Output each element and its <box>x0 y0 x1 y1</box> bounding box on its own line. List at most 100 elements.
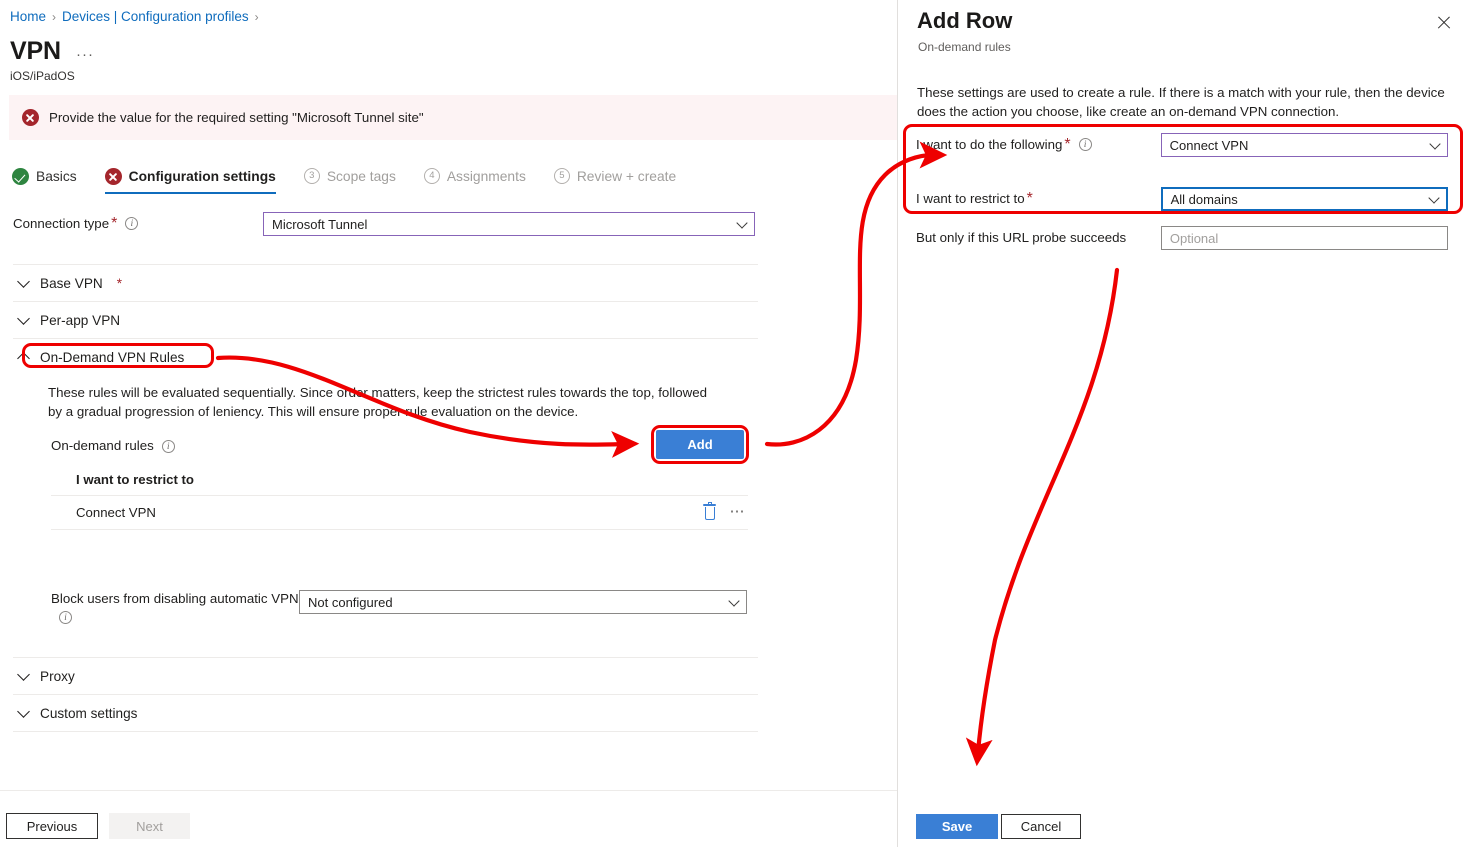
error-banner-message: Provide the value for the required setti… <box>49 110 424 125</box>
field-restrict-to-select[interactable]: All domains <box>1161 187 1448 211</box>
block-users-label: Block users from disabling automatic VPN <box>51 591 299 606</box>
section-base-vpn: Base VPN * <box>13 264 758 301</box>
app-root: Home › Devices | Configuration profiles › V… <box>0 0 1467 847</box>
info-icon[interactable]: i <box>1079 138 1092 151</box>
field-do-following-value: Connect VPN <box>1170 138 1249 153</box>
chevron-down-icon <box>17 275 30 288</box>
section-on-demand-vpn-rules: On-Demand VPN Rules <box>13 338 758 375</box>
info-icon[interactable]: i <box>162 440 175 453</box>
connection-type-row: Connection type*i Microsoft Tunnel <box>13 212 758 236</box>
field-url-probe-input[interactable]: Optional <box>1161 226 1448 250</box>
breadcrumb-separator-icon: › <box>52 10 56 24</box>
chevron-down-icon <box>736 217 747 228</box>
section-custom-settings-label: Custom settings <box>40 706 137 721</box>
tab-number: 4 <box>424 168 440 184</box>
chevron-down-icon <box>17 668 30 681</box>
tab-scope-tags[interactable]: 3 Scope tags <box>304 168 410 193</box>
connection-type-label: Connection type <box>13 216 109 231</box>
field-url-probe-label: But only if this URL probe succeeds <box>916 230 1126 245</box>
tab-basics-label: Basics <box>36 169 77 184</box>
tab-scope-tags-label: Scope tags <box>327 169 396 184</box>
error-circle-icon <box>105 168 122 185</box>
add-row-panel: Add Row On-demand rules These settings a… <box>897 0 1467 847</box>
section-on-demand-vpn-rules-label: On-Demand VPN Rules <box>40 350 184 365</box>
trash-icon[interactable] <box>703 504 716 520</box>
field-restrict-to-label-wrap: I want to restrict to* <box>916 190 1161 208</box>
tab-configuration-settings-label: Configuration settings <box>129 169 276 184</box>
on-demand-rules-label-wrap: On-demand rules i <box>51 438 175 453</box>
tab-basics[interactable]: Basics <box>12 168 91 194</box>
section-proxy-header[interactable]: Proxy <box>13 658 758 694</box>
field-url-probe-label-wrap: But only if this URL probe succeeds <box>916 229 1161 247</box>
field-url-probe-placeholder: Optional <box>1170 231 1218 246</box>
success-check-icon <box>12 168 29 185</box>
chevron-down-icon <box>1429 138 1440 149</box>
field-do-following-label-wrap: I want to do the following* i <box>916 136 1161 154</box>
section-custom-settings-header[interactable]: Custom settings <box>13 695 758 731</box>
previous-button[interactable]: Previous <box>6 813 98 839</box>
chevron-down-icon <box>1428 192 1439 203</box>
page-title: VPN <box>10 36 61 66</box>
page-more-actions-icon[interactable]: ··· <box>76 46 94 63</box>
chevron-down-icon <box>728 595 739 606</box>
section-per-app-vpn: Per-app VPN <box>13 301 758 338</box>
field-do-following-row: I want to do the following* i Connect VPN <box>916 133 1448 157</box>
section-on-demand-vpn-rules-header[interactable]: On-Demand VPN Rules <box>13 339 758 375</box>
block-users-label-wrap: Block users from disabling automatic VPN… <box>51 590 299 626</box>
field-do-following-select[interactable]: Connect VPN <box>1161 133 1448 157</box>
footer-divider <box>0 790 897 791</box>
chevron-down-icon <box>17 312 30 325</box>
panel-subtitle: On-demand rules <box>918 40 1011 54</box>
breadcrumb-link-devices[interactable]: Devices | Configuration profiles <box>62 9 249 24</box>
connection-type-label-wrap: Connection type*i <box>13 215 263 233</box>
section-base-vpn-label: Base VPN <box>40 276 103 291</box>
on-demand-rules-label: On-demand rules <box>51 438 154 453</box>
tab-configuration-settings[interactable]: Configuration settings <box>105 168 290 194</box>
field-restrict-to-label: I want to restrict to <box>916 191 1025 206</box>
panel-title: Add Row <box>917 8 1012 34</box>
breadcrumb: Home › Devices | Configuration profiles › <box>10 8 265 26</box>
tab-review-create-label: Review + create <box>577 169 676 184</box>
section-custom-settings: Custom settings <box>13 694 758 732</box>
field-do-following-label: I want to do the following <box>916 137 1062 152</box>
section-proxy-label: Proxy <box>40 669 75 684</box>
block-users-select[interactable]: Not configured <box>299 590 747 614</box>
info-icon[interactable]: i <box>125 217 138 230</box>
breadcrumb-link-home[interactable]: Home <box>10 9 46 24</box>
field-url-probe-row: But only if this URL probe succeeds Opti… <box>916 226 1448 250</box>
ellipsis-icon[interactable]: ⋯ <box>730 506 747 518</box>
save-button[interactable]: Save <box>916 814 998 839</box>
column-header-restrict-to: I want to restrict to <box>76 472 194 487</box>
tab-number: 3 <box>304 168 320 184</box>
block-users-value: Not configured <box>308 595 393 610</box>
tab-assignments-label: Assignments <box>447 169 526 184</box>
required-marker: * <box>1064 136 1070 153</box>
rule-value: Connect VPN <box>76 505 156 520</box>
table-row[interactable]: Connect VPN ⋯ <box>51 496 748 530</box>
section-per-app-vpn-header[interactable]: Per-app VPN <box>13 302 758 338</box>
tab-assignments[interactable]: 4 Assignments <box>424 168 540 193</box>
section-base-vpn-header[interactable]: Base VPN * <box>13 265 758 301</box>
connection-type-select[interactable]: Microsoft Tunnel <box>263 212 755 236</box>
field-restrict-to-row: I want to restrict to* All domains <box>916 187 1448 211</box>
cancel-button[interactable]: Cancel <box>1001 814 1081 839</box>
close-icon[interactable] <box>1433 12 1455 34</box>
block-users-row: Block users from disabling automatic VPN… <box>51 590 751 626</box>
next-button: Next <box>109 813 190 839</box>
required-marker: * <box>117 276 122 291</box>
add-button[interactable]: Add <box>656 430 744 459</box>
panel-description: These settings are used to create a rule… <box>917 83 1462 121</box>
table-header-row: I want to restrict to <box>51 464 748 496</box>
section-proxy: Proxy <box>13 657 758 694</box>
on-demand-rules-table: I want to restrict to Connect VPN ⋯ <box>51 464 748 530</box>
info-icon[interactable]: i <box>59 611 72 624</box>
chevron-down-icon <box>17 705 30 718</box>
page-subtitle: iOS/iPadOS <box>10 68 75 84</box>
chevron-up-icon <box>17 352 30 365</box>
required-marker: * <box>1027 190 1033 207</box>
breadcrumb-separator-icon: › <box>255 10 259 24</box>
tab-review-create[interactable]: 5 Review + create <box>554 168 690 193</box>
on-demand-description: These rules will be evaluated sequential… <box>13 383 713 421</box>
field-restrict-to-value: All domains <box>1171 192 1238 207</box>
error-circle-icon <box>22 109 39 126</box>
